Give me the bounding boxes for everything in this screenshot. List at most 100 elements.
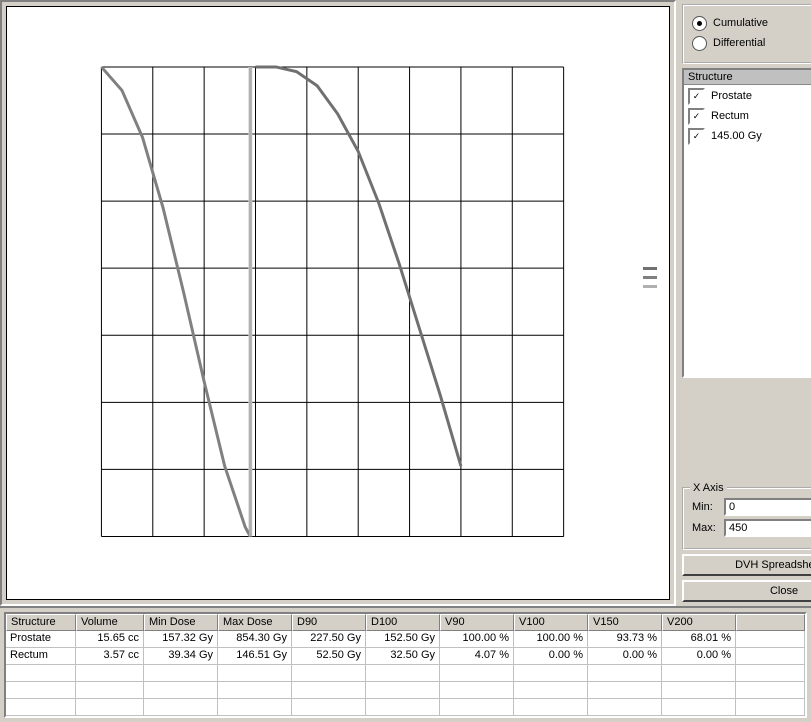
checkbox-icon: ✓ [688,108,705,125]
xaxis-min-label: Min: [692,501,720,513]
dvh-chart [7,7,669,599]
cell: 32.50 Gy [366,648,440,665]
table-row[interactable]: Prostate15.65 cc157.32 Gy854.30 Gy227.50… [6,631,805,648]
xaxis-group: X Axis Min: Max: [682,487,811,550]
structure-item-label: Prostate [711,90,752,102]
cell: 146.51 Gy [218,648,292,665]
structure-item-0[interactable]: ✓ Prostate [684,87,811,105]
table-panel: StructureVolumeMin DoseMax DoseD90D100V9… [0,606,811,722]
cell [218,699,292,716]
col-header-9[interactable]: V200 [662,614,736,631]
cell [6,665,76,682]
cell [144,665,218,682]
cell [662,682,736,699]
table-row[interactable] [6,665,805,682]
xaxis-max-label: Max: [692,522,720,534]
col-header-6[interactable]: V90 [440,614,514,631]
legend-swatch-1 [643,276,657,279]
structure-item-1[interactable]: ✓Rectum [684,107,811,125]
cell: 227.50 Gy [292,631,366,648]
cell: 0.00 % [588,648,662,665]
col-header-2[interactable]: Min Dose [144,614,218,631]
col-header-7[interactable]: V100 [514,614,588,631]
cell [662,665,736,682]
cell [366,665,440,682]
col-header-1[interactable]: Volume [76,614,144,631]
xaxis-max-input[interactable] [724,519,811,537]
radio-differential[interactable]: Differential [692,34,811,52]
cell [440,682,514,699]
cell [588,665,662,682]
cell [292,682,366,699]
cell [76,682,144,699]
structure-header: Structure [684,70,811,85]
chart-canvas[interactable] [6,6,670,600]
legend-swatches [643,267,657,288]
dvh-spreadsheet-label: DVH Spreadsheet... [735,559,811,571]
legend-swatch-2 [643,285,657,288]
col-header-0[interactable]: Structure [6,614,76,631]
table-row[interactable] [6,682,805,699]
cell [144,699,218,716]
legend-swatch-0 [643,267,657,270]
xaxis-title: X Axis [690,482,727,494]
col-header-8[interactable]: V150 [588,614,662,631]
checkbox-icon: ✓ [688,88,705,105]
cell [366,699,440,716]
cell [514,699,588,716]
cell: Rectum [6,648,76,665]
cell: 157.32 Gy [144,631,218,648]
cell: 52.50 Gy [292,648,366,665]
cell [144,682,218,699]
cell [662,699,736,716]
cell [218,665,292,682]
cell: 152.50 Gy [366,631,440,648]
chart-panel [0,0,676,606]
close-label: Close [770,585,798,597]
cell: 93.73 % [588,631,662,648]
radio-cumulative[interactable]: Cumulative [692,14,811,32]
cell: 4.07 % [440,648,514,665]
cell [6,699,76,716]
cell: 100.00 % [514,631,588,648]
cell: 854.30 Gy [218,631,292,648]
grid-header-row: StructureVolumeMin DoseMax DoseD90D100V9… [6,614,805,631]
app-window: Cumulative Differential Structure ✓ Prost… [0,0,811,710]
cell: 100.00 % [440,631,514,648]
cell: 0.00 % [514,648,588,665]
cell: 68.01 % [662,631,736,648]
cell [440,699,514,716]
cell [514,665,588,682]
structure-item-2[interactable]: ✓ 145.00 Gy [684,127,811,145]
side-panel: Cumulative Differential Structure ✓ Prost… [676,0,811,606]
cell [588,699,662,716]
cell [76,665,144,682]
radio-icon [692,36,707,51]
cell: 15.65 cc [76,631,144,648]
radio-icon [692,16,707,31]
cell: 0.00 % [662,648,736,665]
col-header-3[interactable]: Max Dose [218,614,292,631]
dvh-type-group: Cumulative Differential [682,4,811,64]
cell [440,665,514,682]
xaxis-min-input[interactable] [724,498,811,516]
cell: 39.34 Gy [144,648,218,665]
table-row[interactable]: Rectum3.57 cc39.34 Gy146.51 Gy52.50 Gy32… [6,648,805,665]
upper-pane: Cumulative Differential Structure ✓ Prost… [0,0,811,606]
radio-cumulative-label: Cumulative [713,17,768,29]
checkbox-icon: ✓ [688,128,705,145]
col-header-5[interactable]: D100 [366,614,440,631]
close-button[interactable]: Close [682,580,811,602]
spacer [682,382,811,483]
cell [366,682,440,699]
structure-item-label: 145.00 Gy [711,130,762,142]
cell [514,682,588,699]
col-header-4[interactable]: D90 [292,614,366,631]
structure-list: Structure ✓Prostate✓Rectum✓145.00 Gy [682,68,811,378]
cell: 3.57 cc [76,648,144,665]
table-row[interactable] [6,699,805,716]
cell [218,682,292,699]
stats-grid[interactable]: StructureVolumeMin DoseMax DoseD90D100V9… [4,612,807,718]
dvh-spreadsheet-button[interactable]: DVH Spreadsheet... [682,554,811,576]
cell [76,699,144,716]
